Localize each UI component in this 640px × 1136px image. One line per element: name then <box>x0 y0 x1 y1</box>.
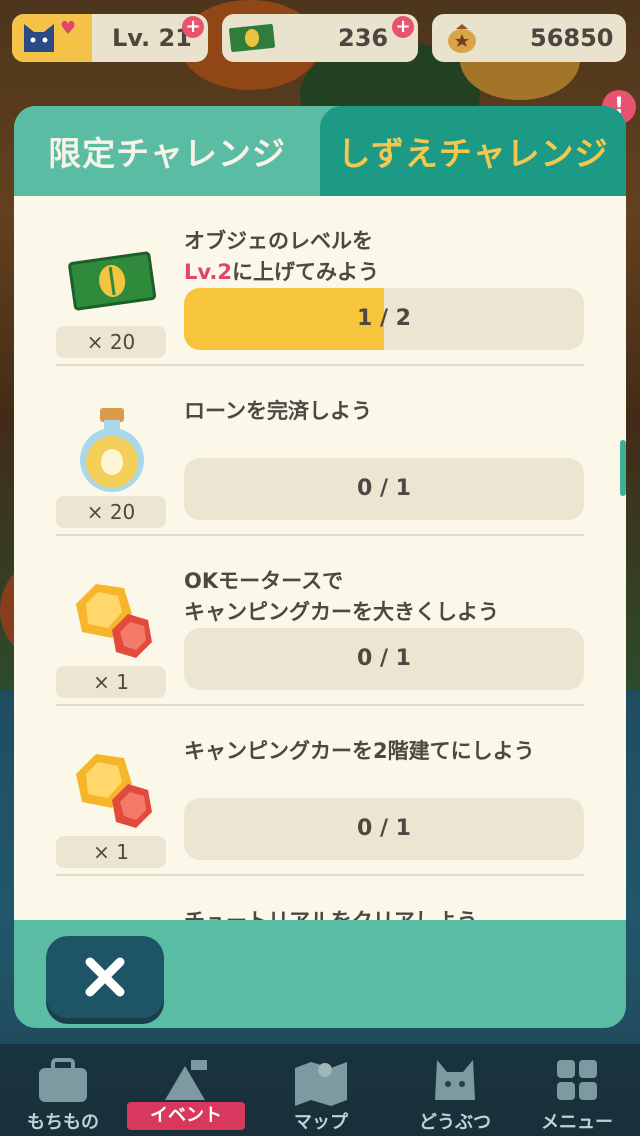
challenge-row: チュートリアルをクリアしよう <box>14 876 626 920</box>
nav-item-map[interactable]: マップ <box>266 1052 376 1136</box>
challenge-description: OKモータースで キャンピングカーを大きくしよう <box>184 569 499 624</box>
scrollbar-thumb[interactable] <box>620 440 626 496</box>
progress-bar: 0 / 1 <box>184 458 584 520</box>
progress-bar: 1 / 2 <box>184 288 584 350</box>
reward-count: × 20 <box>56 496 166 528</box>
progress-text: 1 / 2 <box>357 306 411 331</box>
challenge-description: オブジェのレベルを Lv.2に上げてみよう <box>184 229 379 284</box>
reward-count: × 1 <box>56 836 166 868</box>
gem-icon <box>76 754 152 828</box>
event-icon <box>165 1060 207 1100</box>
map-icon <box>295 1062 347 1106</box>
tab-shizue-challenge[interactable]: しずえチャレンジ <box>320 106 626 196</box>
player-avatar: ♥ <box>12 14 92 62</box>
progress-text: 0 / 1 <box>357 816 411 841</box>
nav-item-items[interactable]: もちもの <box>8 1052 118 1136</box>
challenge-row: × 1 キャンピングカーを2階建てにしよう 0 / 1 <box>14 706 626 876</box>
cat-avatar-icon <box>24 24 54 52</box>
player-level: Lv. 21 <box>112 24 192 52</box>
bells-count: 56850 <box>530 24 614 52</box>
add-tickets-button[interactable]: + <box>392 16 414 38</box>
leaf-ticket-count: 236 <box>338 24 389 52</box>
close-button[interactable] <box>46 936 164 1018</box>
progress-bar: 0 / 1 <box>184 628 584 690</box>
nav-item-animals[interactable]: どうぶつ <box>400 1052 510 1136</box>
level-info-icon[interactable]: + <box>182 16 204 38</box>
leaf-ticket-icon <box>68 251 157 311</box>
heart-icon: ♥ <box>60 18 77 39</box>
animal-icon <box>435 1060 475 1100</box>
progress-bar: 0 / 1 <box>184 798 584 860</box>
reward-count: × 20 <box>56 326 166 358</box>
challenge-row: × 20 オブジェのレベルを Lv.2に上げてみよう 1 / 2 <box>14 196 626 366</box>
player-level-pill[interactable]: ♥ Lv. 21 + <box>12 14 208 62</box>
leaf-ticket-icon <box>229 23 275 53</box>
challenge-tabs: 限定チャレンジ しずえチャレンジ <box>14 106 626 196</box>
bag-icon <box>39 1058 87 1102</box>
tab-limited-challenge[interactable]: 限定チャレンジ <box>14 106 320 196</box>
nav-label: マップ <box>294 1112 348 1133</box>
nav-label: どうぶつ <box>419 1112 491 1133</box>
challenge-description: キャンピングカーを2階建てにしよう <box>184 739 535 763</box>
close-icon <box>85 957 125 997</box>
bell-bag-icon <box>448 24 476 53</box>
challenge-row: × 20 ローンを完済しよう 0 / 1 <box>14 366 626 536</box>
nav-event-label[interactable]: イベント <box>127 1102 245 1130</box>
gem-icon <box>66 912 158 920</box>
bottom-nav: もちもの マップ どうぶつ メニュー <box>0 1044 640 1136</box>
nav-label: もちもの <box>27 1112 99 1133</box>
bells-pill: 56850 <box>432 14 626 62</box>
challenge-description: チュートリアルをクリアしよう <box>184 906 604 920</box>
leaf-ticket-pill[interactable]: 236 + <box>222 14 418 62</box>
nav-item-menu[interactable]: メニュー <box>522 1052 632 1136</box>
progress-text: 0 / 1 <box>357 476 411 501</box>
progress-text: 0 / 1 <box>357 646 411 671</box>
top-hud: ♥ Lv. 21 + 236 + 56850 <box>0 10 640 66</box>
challenge-modal: 限定チャレンジ しずえチャレンジ × 20 オブジェのレベルを Lv.2に上げて… <box>14 106 626 1028</box>
challenge-description: ローンを完済しよう <box>184 399 372 423</box>
menu-icon <box>557 1060 597 1100</box>
nav-label: メニュー <box>541 1112 613 1133</box>
essence-bottle-icon <box>80 408 144 492</box>
gem-icon <box>76 584 152 658</box>
reward-count: × 1 <box>56 666 166 698</box>
challenge-row: × 1 OKモータースで キャンピングカーを大きくしよう 0 / 1 <box>14 536 626 706</box>
challenge-list[interactable]: × 20 オブジェのレベルを Lv.2に上げてみよう 1 / 2 × 20 ロー… <box>14 196 626 920</box>
